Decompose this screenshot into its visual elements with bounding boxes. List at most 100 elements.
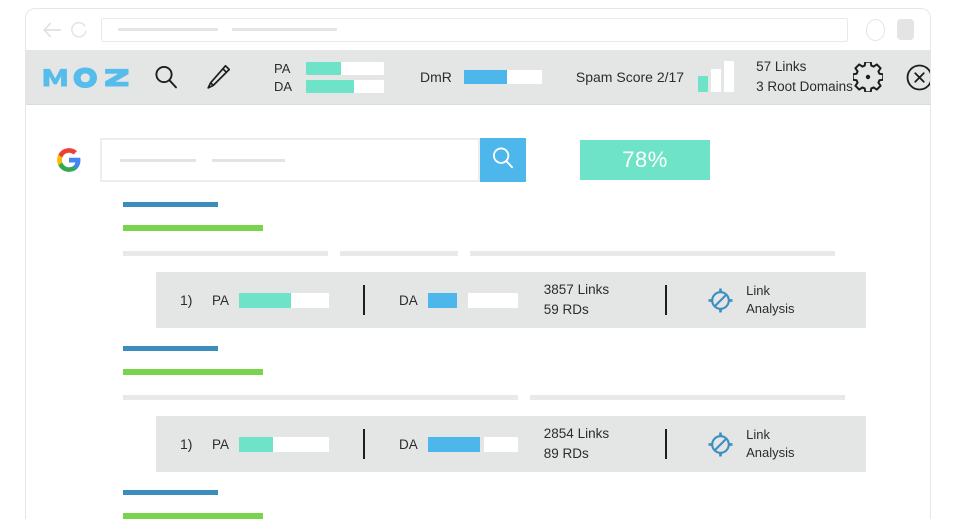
- profile-circle-icon[interactable]: [866, 19, 885, 41]
- toolbar-dmr-label: DmR: [420, 69, 452, 85]
- result-url-placeholder: [123, 369, 263, 375]
- result-metric-pa-fill: [239, 437, 273, 452]
- result-item: [123, 202, 930, 256]
- result-metric-pa-fill: [239, 293, 291, 308]
- result-metric-da-label: DA: [399, 293, 418, 308]
- link-analysis-label: Link Analysis: [746, 282, 794, 318]
- search-placeholder-line-2: [212, 159, 285, 162]
- toolbar-metric-da: DA: [274, 80, 384, 93]
- result-metric-pa-rest: [273, 437, 329, 452]
- toolbar-dmr-fill: [464, 70, 507, 84]
- result-link-counts: 3857 Links 59 RDs: [544, 280, 609, 319]
- toolbar-metric-pa: PA: [274, 62, 384, 75]
- link-analysis-button[interactable]: Link Analysis: [707, 426, 794, 462]
- toolbar-metric-pa-bar: [306, 62, 384, 75]
- result-metric-da: DA: [399, 437, 518, 452]
- browser-chrome: [26, 9, 930, 50]
- address-bar[interactable]: [101, 18, 848, 42]
- result-rank: 1): [180, 436, 200, 452]
- search-icon[interactable]: [152, 63, 180, 91]
- link-analysis-button[interactable]: Link Analysis: [707, 282, 794, 318]
- toolbar-actions: [853, 62, 931, 92]
- link-analysis-line-1: Link: [746, 426, 794, 444]
- back-arrow-icon[interactable]: [41, 19, 63, 41]
- toolbar-metric-da-fill: [306, 80, 354, 93]
- result-metric-pa-label: PA: [212, 437, 229, 452]
- result-title-placeholder[interactable]: [123, 202, 218, 207]
- result-metric-pa-label: PA: [212, 293, 229, 308]
- spam-bar-3: [724, 61, 734, 92]
- result-metric-pa-bar: [239, 293, 329, 308]
- toolbar-metric-pa-fill: [306, 62, 341, 75]
- result-metric-pa: PA: [212, 293, 329, 308]
- search-area: 78%: [56, 138, 930, 182]
- moz-toolbar: PA DA DmR Spam Sco: [26, 50, 930, 105]
- result-title-placeholder[interactable]: [123, 490, 218, 495]
- serp-page: 78% 1) PA: [26, 105, 930, 519]
- browser-window: PA DA DmR Spam Sco: [25, 8, 931, 519]
- search-placeholder-line-1: [120, 159, 196, 162]
- results-list: 1) PA DA: [26, 202, 930, 519]
- spam-bar-2: [711, 69, 721, 92]
- screenshot-root: PA DA DmR Spam Sco: [0, 0, 956, 519]
- result-title-placeholder[interactable]: [123, 346, 218, 351]
- result-description-segment: [123, 395, 518, 400]
- toolbar-metric-da-bar: [306, 80, 384, 93]
- result-metric-bar: 1) PA DA: [156, 416, 866, 472]
- toolbar-dmr-bar: [464, 70, 542, 84]
- google-g-icon: [56, 147, 82, 173]
- close-circle-icon[interactable]: [905, 63, 931, 92]
- toolbar-spam-score: Spam Score 2/17: [576, 62, 734, 92]
- result-metric-da-bar: [428, 293, 518, 308]
- reload-icon[interactable]: [69, 20, 89, 40]
- spam-bar-1: [698, 76, 708, 92]
- link-analysis-line-1: Link: [746, 282, 794, 300]
- result-url-placeholder: [123, 513, 263, 519]
- pencil-icon[interactable]: [204, 63, 232, 91]
- result-description-segment: [340, 251, 458, 256]
- metric-divider: [665, 285, 667, 315]
- search-input[interactable]: [100, 138, 480, 182]
- result-metric-pa-rest: [291, 293, 329, 308]
- metric-divider: [363, 285, 365, 315]
- link-analysis-icon: [707, 287, 734, 314]
- result-metric-pa: PA: [212, 437, 329, 452]
- result-links-count: 2854 Links: [544, 424, 609, 444]
- search-icon: [490, 145, 516, 176]
- result-metric-da-rest: [468, 293, 518, 308]
- result-rds-count: 59 RDs: [544, 300, 609, 320]
- search-submit-button[interactable]: [480, 138, 526, 182]
- toolbar-metric-pa-label: PA: [274, 62, 296, 75]
- menu-square-icon[interactable]: [897, 19, 914, 40]
- result-metric-da-fill: [428, 437, 480, 452]
- metric-divider: [665, 429, 667, 459]
- link-analysis-line-2: Analysis: [746, 300, 794, 318]
- result-description-segment: [530, 395, 845, 400]
- address-placeholder-line-1: [118, 28, 218, 31]
- result-description-placeholder: [123, 395, 930, 400]
- toolbar-dmr-metric: DmR: [420, 69, 542, 85]
- gear-icon[interactable]: [853, 62, 883, 92]
- result-metric-da-label: DA: [399, 437, 418, 452]
- result-metric-bar: 1) PA DA: [156, 272, 866, 328]
- toolbar-link-counts: 57 Links 3 Root Domains: [756, 57, 853, 96]
- score-badge: 78%: [580, 140, 710, 180]
- result-url-placeholder: [123, 225, 263, 231]
- chrome-actions: [866, 19, 914, 41]
- result-links-count: 3857 Links: [544, 280, 609, 300]
- result-description-segment: [123, 251, 328, 256]
- result-description-placeholder: [123, 251, 930, 256]
- toolbar-authority-metrics: PA DA: [274, 62, 384, 93]
- toolbar-metric-da-label: DA: [274, 80, 296, 93]
- link-analysis-label: Link Analysis: [746, 426, 794, 462]
- moz-logo[interactable]: [42, 64, 130, 90]
- toolbar-spam-label: Spam Score 2/17: [576, 69, 684, 85]
- result-link-counts: 2854 Links 89 RDs: [544, 424, 609, 463]
- result-metric-da: DA: [399, 293, 518, 308]
- toolbar-links-count: 57 Links: [756, 57, 853, 77]
- result-metric-da-rest: [484, 437, 518, 452]
- result-rds-count: 89 RDs: [544, 444, 609, 464]
- result-description-segment: [470, 251, 835, 256]
- toolbar-root-domains-count: 3 Root Domains: [756, 77, 853, 97]
- result-item: [123, 346, 930, 400]
